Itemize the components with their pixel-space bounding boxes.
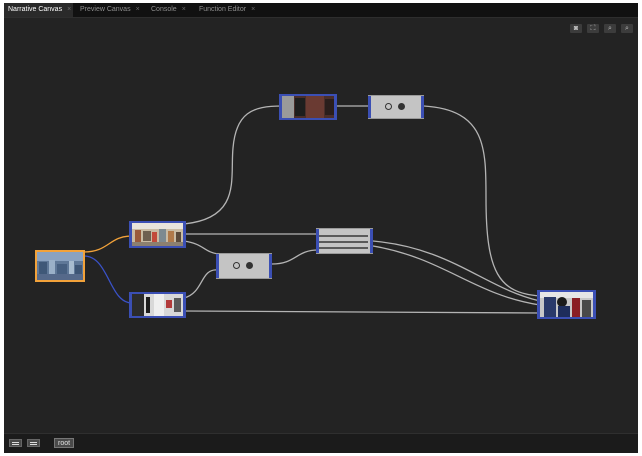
close-icon[interactable]: × [182, 6, 186, 13]
choice-operator-node[interactable] [368, 95, 424, 119]
output-port[interactable] [334, 94, 337, 120]
video-thumbnail [282, 96, 334, 118]
output-port[interactable] [421, 96, 424, 118]
connection-edge [183, 240, 219, 255]
video-thumbnail [132, 294, 183, 316]
connection-edge [183, 310, 541, 314]
open-circle-icon [385, 103, 392, 110]
connection-edge [372, 245, 541, 306]
tab-console[interactable]: Console × [147, 3, 193, 17]
filled-circle-icon [246, 262, 253, 269]
close-icon[interactable]: × [67, 6, 71, 13]
tab-label: Function Editor [199, 6, 247, 13]
input-port[interactable] [368, 96, 371, 118]
tab-label: Console [151, 6, 177, 13]
input-port[interactable] [537, 290, 540, 319]
open-circle-icon [233, 262, 240, 269]
input-port[interactable] [316, 229, 319, 253]
bar-line [319, 241, 368, 243]
close-icon[interactable]: × [136, 6, 140, 13]
input-port[interactable] [216, 254, 219, 278]
bar-line [319, 247, 368, 249]
connection-edge [183, 269, 219, 299]
output-port[interactable] [183, 292, 186, 318]
video-thumbnail [132, 223, 183, 246]
output-port[interactable] [593, 290, 596, 319]
close-icon[interactable]: × [251, 6, 255, 13]
output-port[interactable] [269, 254, 272, 278]
bar-line [319, 235, 368, 237]
video-thumbnail [37, 252, 83, 280]
connection-edge [271, 249, 319, 265]
tab-label: Narrative Canvas [8, 6, 63, 13]
video-node-people[interactable] [537, 290, 596, 319]
tab-label: Preview Canvas [80, 6, 131, 13]
tab-function-editor[interactable]: Function Editor × [195, 3, 263, 17]
narrative-canvas[interactable] [4, 18, 638, 434]
list-operator-node[interactable] [316, 228, 373, 254]
output-port[interactable] [370, 229, 373, 253]
video-node-dark-room[interactable] [279, 94, 337, 120]
filled-circle-icon [398, 103, 405, 110]
choice-operator-node[interactable] [216, 253, 272, 279]
grid-view-icon[interactable] [27, 439, 40, 447]
connection-layer [83, 105, 541, 314]
video-node-street[interactable] [129, 221, 186, 248]
input-port[interactable] [279, 94, 282, 120]
root-breadcrumb-button[interactable]: root [54, 438, 75, 448]
input-port[interactable] [129, 221, 132, 248]
video-thumbnail [540, 292, 593, 317]
tab-narrative-canvas[interactable]: Narrative Canvas × [4, 3, 73, 17]
output-port[interactable] [183, 221, 186, 248]
narrative-editor-window: Narrative Canvas × Preview Canvas × Consol… [4, 3, 638, 453]
connection-edge [83, 235, 133, 253]
connection-edge [83, 255, 133, 304]
video-node-hallway[interactable] [129, 292, 186, 318]
tab-preview-canvas[interactable]: Preview Canvas × [76, 3, 144, 17]
input-port[interactable] [129, 292, 132, 318]
tab-bar: Narrative Canvas × Preview Canvas × Consol… [4, 3, 638, 18]
connection-edge [372, 240, 541, 302]
video-node-source[interactable] [35, 250, 85, 282]
connection-edge [183, 105, 283, 225]
list-view-icon[interactable] [9, 439, 22, 447]
bottom-bar: root [4, 433, 638, 453]
